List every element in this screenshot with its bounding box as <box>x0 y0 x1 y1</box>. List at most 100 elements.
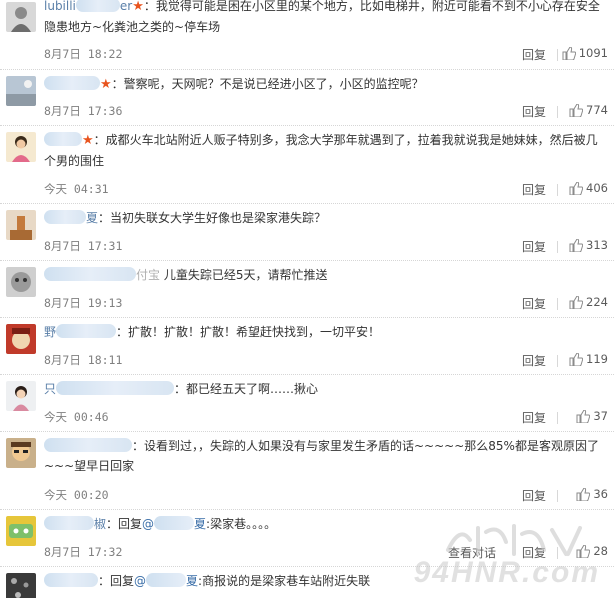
avatar[interactable] <box>6 267 36 297</box>
divider <box>557 547 558 559</box>
comment-item: ：回复@ 夏:商报说的是梁家巷车站附近失联 <box>0 567 614 598</box>
username[interactable] <box>44 571 98 591</box>
comment-body: :商报说的是梁家巷车站附近失联 <box>198 574 371 588</box>
comment-text: 椒：回复@ 夏:梁家巷。。。。 <box>44 514 608 534</box>
timestamp: 8月7日 17:31 <box>44 239 123 253</box>
comment-list: lubilli er★：我觉得可能是困在小区里的某个地方，比如电梯井，附近可能看不… <box>0 0 614 598</box>
timestamp: 今天 00:46 <box>44 410 109 424</box>
thumbs-up-icon <box>569 295 584 309</box>
comment-text: 夏：当初失联女大学生好像也是梁家港失踪？ <box>44 208 608 228</box>
username[interactable]: 夏 <box>44 208 98 228</box>
verified-star-icon: ★ <box>100 77 112 92</box>
mention-link[interactable]: @ 夏 <box>142 516 206 531</box>
timestamp: 8月7日 17:36 <box>44 104 123 118</box>
thumbs-up-icon <box>569 352 584 366</box>
thumbs-up-icon <box>569 181 584 195</box>
divider <box>557 241 558 253</box>
timestamp: 今天 04:31 <box>44 182 109 196</box>
avatar[interactable] <box>6 516 36 546</box>
username[interactable]: 只 <box>44 379 175 399</box>
comment-body: 儿童失踪已经5天，请帮忙推送 <box>160 268 328 282</box>
comment-body: :梁家巷。。。。 <box>206 517 277 531</box>
comment-item: 付宝 儿童失踪已经5天，请帮忙推送 8月7日 19:13 回复 224 <box>0 261 614 318</box>
like-button[interactable]: 313 <box>569 238 608 252</box>
comment-body: ：成都火车北站附近人贩子特别多，我念大学那年就遇到了，拉着我就说我是她妹妹，然后… <box>44 133 598 168</box>
reply-button[interactable]: 回复 <box>522 181 546 198</box>
comment-item: 椒：回复@ 夏:梁家巷。。。。 8月7日 17:32 查看对话 回复 28 <box>0 510 614 567</box>
comment-body: ：都已经五天了啊……揪心 <box>174 382 319 396</box>
divider <box>557 355 558 367</box>
username[interactable] <box>44 436 132 456</box>
thumbs-up-icon <box>569 103 584 117</box>
avatar[interactable] <box>6 438 36 468</box>
avatar[interactable] <box>6 324 36 354</box>
like-button[interactable]: 119 <box>569 352 608 366</box>
avatar[interactable] <box>6 76 36 106</box>
reply-button[interactable]: 回复 <box>522 544 546 561</box>
username[interactable]: 椒 <box>44 514 106 534</box>
like-button[interactable]: 224 <box>569 295 608 309</box>
comment-meta: 8月7日 18:22 回复 1091 <box>44 46 608 64</box>
like-button[interactable]: 774 <box>569 103 608 117</box>
thumbs-up-icon <box>562 46 576 60</box>
comment-meta: 今天 04:31 回复 406 <box>44 181 608 199</box>
comment-text: lubilli er★：我觉得可能是困在小区里的某个地方，比如电梯井，附近可能看不… <box>44 0 608 37</box>
verified-star-icon: ★ <box>82 133 94 148</box>
timestamp: 8月7日 17:32 <box>44 545 123 559</box>
like-button[interactable]: 36 <box>576 487 608 501</box>
view-conversation-button[interactable]: 查看对话 <box>448 544 496 561</box>
timestamp: 8月7日 18:22 <box>44 47 123 61</box>
comment-meta: 8月7日 17:31 回复 313 <box>44 238 608 256</box>
comment-text: 野：扩散！扩散！扩散！希望赶快找到，一切平安！ <box>44 322 608 342</box>
reply-button[interactable]: 回复 <box>522 46 546 63</box>
divider <box>557 298 558 310</box>
thumbs-up-icon <box>569 238 584 252</box>
comment-text: ★：警察呢，天网呢？不是说已经进小区了，小区的监控呢？ <box>44 74 608 95</box>
like-button[interactable]: 28 <box>576 544 608 558</box>
thumbs-up-icon <box>576 409 591 423</box>
avatar[interactable] <box>6 210 36 240</box>
comment-meta: 今天 00:46 回复 37 <box>44 409 608 427</box>
reply-button[interactable]: 回复 <box>522 409 546 426</box>
timestamp: 今天 00:20 <box>44 488 109 502</box>
comment-item: ★：警察呢，天网呢？不是说已经进小区了，小区的监控呢？ 8月7日 17:36 回… <box>0 70 614 126</box>
comment-text: ：设看到过，，失踪的人如果没有与家里发生矛盾的话~~~~~那么85%都是客观原因… <box>44 436 608 476</box>
avatar[interactable] <box>6 2 36 32</box>
reply-button[interactable]: 回复 <box>522 238 546 255</box>
reply-button[interactable]: 回复 <box>522 295 546 312</box>
comment-item: ：设看到过，，失踪的人如果没有与家里发生矛盾的话~~~~~那么85%都是客观原因… <box>0 432 614 510</box>
timestamp: 8月7日 18:11 <box>44 353 123 367</box>
username[interactable]: 付宝 <box>44 265 160 285</box>
avatar[interactable] <box>6 573 36 598</box>
comment-text: ：回复@ 夏:商报说的是梁家巷车站附近失联 <box>44 571 608 591</box>
comment-text: 付宝 儿童失踪已经5天，请帮忙推送 <box>44 265 608 285</box>
avatar[interactable] <box>6 132 36 162</box>
mention-link[interactable]: @ 夏 <box>134 573 198 588</box>
timestamp: 8月7日 19:13 <box>44 296 123 310</box>
comment-item: 只：都已经五天了啊……揪心 今天 00:46 回复 37 <box>0 375 614 432</box>
comment-item: 夏：当初失联女大学生好像也是梁家港失踪？ 8月7日 17:31 回复 313 <box>0 204 614 261</box>
avatar[interactable] <box>6 381 36 411</box>
reply-button[interactable]: 回复 <box>522 352 546 369</box>
like-button[interactable]: 406 <box>569 181 608 195</box>
comment-item: lubilli er★：我觉得可能是困在小区里的某个地方，比如电梯井，附近可能看不… <box>0 0 614 70</box>
divider <box>557 412 558 424</box>
reply-button[interactable]: 回复 <box>522 103 546 120</box>
thumbs-up-icon <box>576 544 591 558</box>
comment-body: ：警察呢，天网呢？不是说已经进小区了，小区的监控呢？ <box>111 77 424 91</box>
like-button[interactable]: 1091 <box>562 46 608 60</box>
comment-item: ★：成都火车北站附近人贩子特别多，我念大学那年就遇到了，拉着我就说我是她妹妹，然… <box>0 126 614 204</box>
username[interactable]: 野 <box>44 322 117 342</box>
reply-button[interactable]: 回复 <box>522 487 546 504</box>
divider <box>557 184 558 196</box>
verified-star-icon: ★ <box>132 0 144 14</box>
like-button[interactable]: 37 <box>576 409 608 423</box>
thumbs-up-icon <box>576 487 591 501</box>
username[interactable] <box>44 74 100 94</box>
comment-text: ★：成都火车北站附近人贩子特别多，我念大学那年就遇到了，拉着我就说我是她妹妹，然… <box>44 130 608 171</box>
username[interactable] <box>44 130 82 150</box>
comment-meta: 今天 00:20 回复 36 <box>44 487 608 505</box>
divider <box>557 49 558 61</box>
username[interactable]: lubilli er <box>44 0 132 16</box>
comment-body: ：当初失联女大学生好像也是梁家港失踪？ <box>98 211 327 225</box>
